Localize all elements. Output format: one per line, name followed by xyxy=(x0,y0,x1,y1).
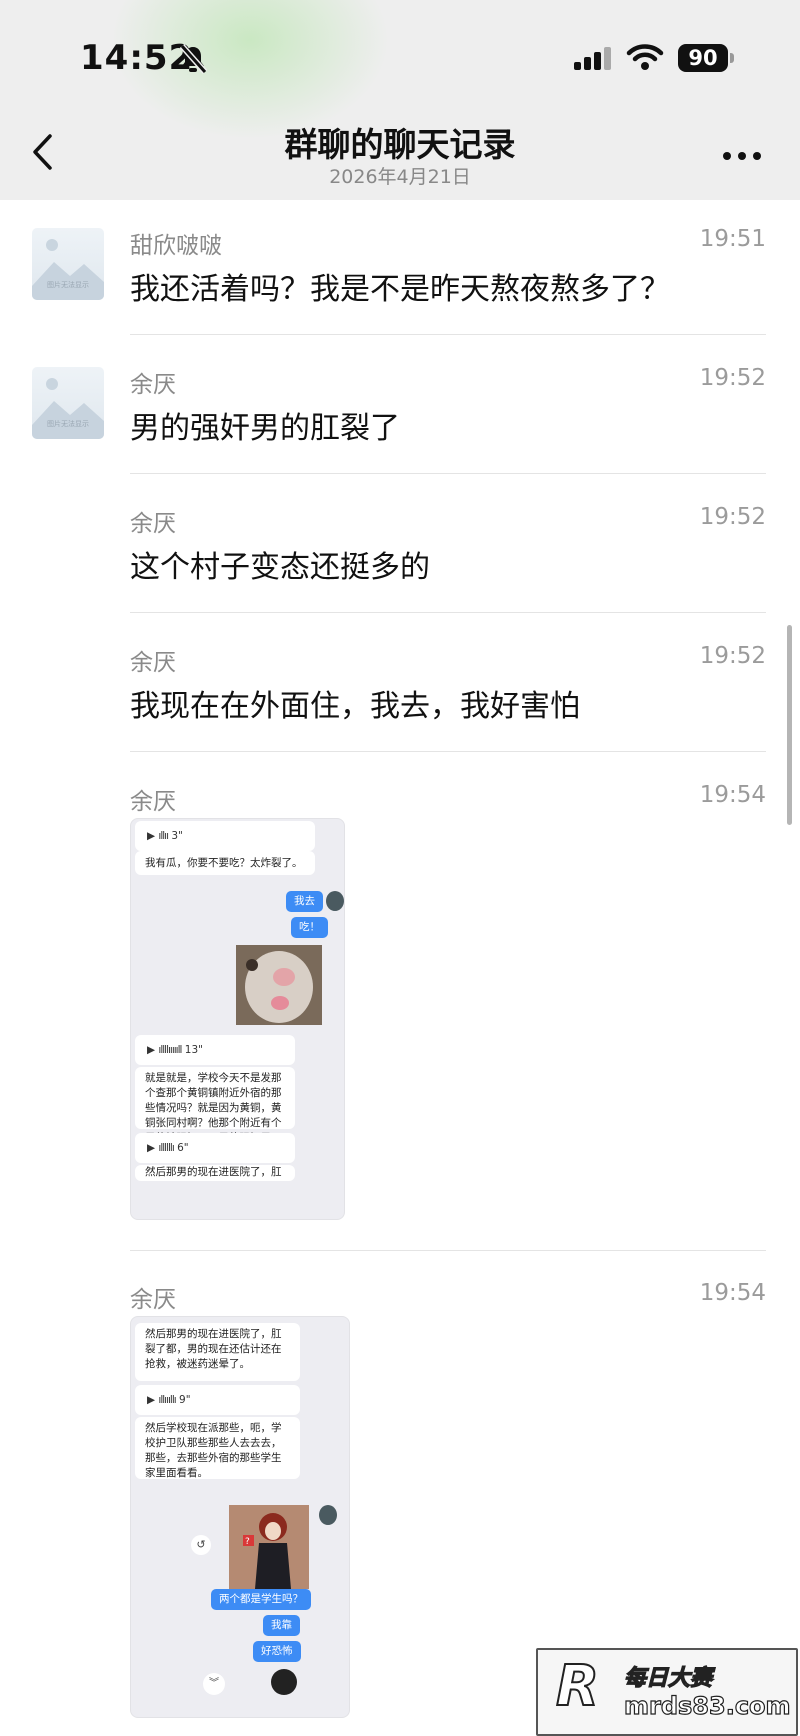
voice-message: ▶ ıllıııllı 9" xyxy=(135,1385,300,1415)
transcript-text: 然后学校现在派那些，呃，学校护卫队那些那些人去去去，那些，去那些外宿的那些学生家… xyxy=(135,1417,300,1479)
avatar-placeholder: 图片无法显示 xyxy=(32,367,104,439)
waveform-icon: ıllllıııııll xyxy=(158,1044,182,1056)
battery-cap xyxy=(730,53,734,63)
bell-muted-icon xyxy=(179,44,208,74)
message-time: 19:52 xyxy=(699,365,766,391)
divider xyxy=(130,612,766,613)
play-icon: ▶ xyxy=(147,1394,156,1406)
watermark-r-icon: R xyxy=(555,1653,600,1720)
divider xyxy=(130,334,766,335)
watermark-logo: R 每日大赛 mrds83.com xyxy=(536,1648,798,1736)
character-image: ? xyxy=(229,1505,309,1589)
sent-bubble: 我靠 xyxy=(263,1615,300,1636)
voice-message: ▶ ıllıı 3" xyxy=(135,821,315,851)
pin-icon[interactable]: ↺ xyxy=(191,1535,211,1555)
screenshot-thumbnail[interactable]: ▶ ıllıı 3" 我有瓜，你要不要吃？太炸裂了。 我去 吃！ ▶ ıllll… xyxy=(130,818,345,1220)
sent-bubble: 好恐怖 xyxy=(253,1641,301,1662)
message-text: 我现在在外面住，我去，我好害怕 xyxy=(130,689,580,724)
status-time: 14:52 xyxy=(80,38,194,78)
avatar-small xyxy=(326,891,344,911)
message-time: 19:51 xyxy=(699,226,766,252)
page-title: 群聊的聊天记录 xyxy=(284,125,516,164)
cellular-signal-icon xyxy=(574,47,611,70)
play-icon: ▶ xyxy=(147,830,156,842)
transcript-text: 就是就是，学校今天不是发那个查那个黄铜镇附近外宿的那些情况吗？就是因为黄铜，黄铜… xyxy=(135,1067,295,1159)
sender-name: 余厌 xyxy=(130,650,176,676)
wifi-icon xyxy=(626,44,664,70)
message-text: 这个村子变态还挺多的 xyxy=(130,550,430,585)
transcript-text: 我有瓜，你要不要吃？太炸裂了。 xyxy=(135,851,315,875)
divider xyxy=(130,473,766,474)
sender-name: 余厌 xyxy=(130,789,176,815)
message-time: 19:54 xyxy=(699,782,766,808)
screenshot-thumbnail[interactable]: 然后那男的现在进医院了，肛裂了都，男的现在还估计还在抢救，被迷药迷晕了。 ▶ ı… xyxy=(130,1316,350,1718)
voice-duration: 6" xyxy=(177,1142,189,1154)
voice-duration: 3" xyxy=(171,830,183,842)
sender-name: 余厌 xyxy=(130,1287,176,1313)
sender-name: 余厌 xyxy=(130,372,176,398)
sent-bubble: 我去 xyxy=(286,891,323,912)
navigation-header: 14:52 90 群聊的聊天记录 2026年4月21日 xyxy=(0,0,800,200)
sender-name: 甜欣啵啵 xyxy=(130,233,222,259)
voice-duration: 9" xyxy=(179,1394,191,1406)
avatar-caption: 图片无法显示 xyxy=(47,281,89,289)
more-options-icon[interactable] xyxy=(722,150,762,162)
pet-photo xyxy=(236,945,322,1025)
battery-indicator: 90 xyxy=(678,44,728,72)
message-time: 19:52 xyxy=(699,504,766,530)
message-time: 19:54 xyxy=(699,1280,766,1306)
play-icon: ▶ xyxy=(147,1142,156,1154)
divider xyxy=(130,751,766,752)
sender-name: 余厌 xyxy=(130,511,176,537)
message-text: 我还活着吗？我是不是昨天熬夜熬多了？ xyxy=(130,272,670,307)
transcript-text: 然后那男的现在进医院了，肛裂了都，男的现在还估计还在抢救，被迷药迷晕了。 xyxy=(135,1323,300,1381)
avatar-placeholder: 图片无法显示 xyxy=(32,228,104,300)
waveform-icon: ıllıı xyxy=(158,830,169,842)
waveform-icon: ıllıııllı xyxy=(158,1394,176,1406)
voice-message: ▶ ıllllllı 6" xyxy=(135,1133,295,1163)
transcript-text: 然后那男的现在进医院了，肛裂 xyxy=(135,1165,295,1181)
voice-message: ▶ ıllllıııııll 13" xyxy=(135,1035,295,1065)
waveform-icon: ıllllllı xyxy=(158,1142,174,1154)
watermark-text-cn: 每日大赛 xyxy=(623,1665,713,1691)
svg-text:?: ? xyxy=(245,1537,250,1547)
avatar-caption: 图片无法显示 xyxy=(47,420,89,428)
avatar-small xyxy=(319,1505,337,1525)
play-icon: ▶ xyxy=(147,1044,156,1056)
scrollbar[interactable] xyxy=(787,625,792,825)
message-time: 19:52 xyxy=(699,643,766,669)
voice-duration: 13" xyxy=(184,1044,203,1056)
page-subtitle-date: 2026年4月21日 xyxy=(329,166,471,188)
sent-bubble: 吃！ xyxy=(291,917,328,938)
avatar-small xyxy=(271,1669,297,1695)
scroll-down-icon[interactable]: ︾ xyxy=(203,1673,225,1695)
watermark-text-en: mrds83.com xyxy=(623,1691,791,1720)
sent-bubble: 两个都是学生吗？ xyxy=(211,1589,311,1610)
divider xyxy=(130,1250,766,1251)
message-text: 男的强奸男的肛裂了 xyxy=(130,411,400,446)
